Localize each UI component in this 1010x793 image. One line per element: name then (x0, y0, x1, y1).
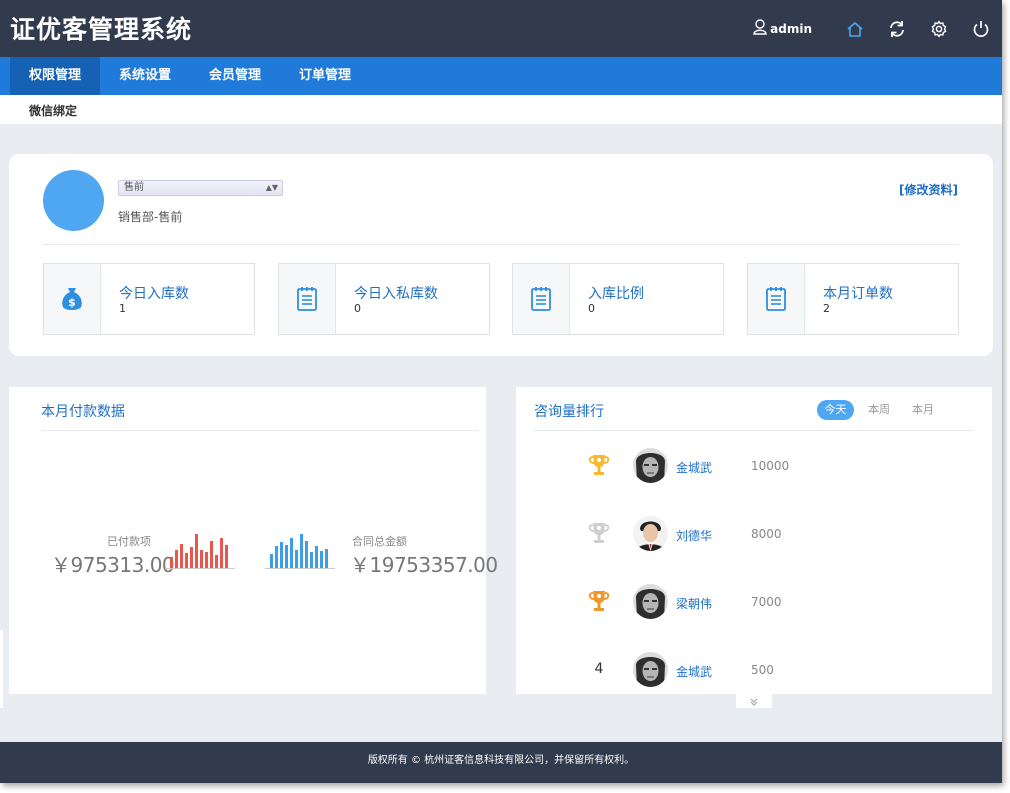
period-week[interactable]: 本周 (863, 400, 895, 420)
avatar (633, 448, 668, 483)
divider (43, 244, 959, 245)
bronze-trophy-icon (586, 589, 612, 615)
app-title: 证优客管理系统 (10, 15, 193, 44)
stat-title: 今日入库数 (119, 286, 189, 302)
silver-trophy-icon (586, 521, 612, 547)
stat-today-inbound: $ 今日入库数 1 (43, 263, 255, 335)
tab-system-settings[interactable]: 系统设置 (100, 57, 190, 95)
edit-profile-link[interactable]: [修改资料] (899, 181, 958, 198)
avatar (633, 584, 668, 619)
tab-members[interactable]: 会员管理 (190, 57, 280, 95)
select-arrows-icon: ▲▼ (265, 183, 278, 192)
tab-orders[interactable]: 订单管理 (280, 57, 370, 95)
avatar (633, 652, 668, 687)
gold-trophy-icon (586, 453, 612, 479)
home-icon[interactable] (834, 0, 876, 57)
role-select-value: 售前 (124, 182, 144, 193)
tab-permissions[interactable]: 权限管理 (10, 57, 101, 95)
user-icon (753, 19, 770, 38)
divider (41, 430, 479, 431)
stat-title: 今日入私库数 (354, 286, 438, 302)
app-window: 证优客管理系统 admin 权限管理 系统设置 会员管理 订单管理 微信绑定 售… (0, 0, 1002, 783)
ranking-card: 咨询量排行 今天 本周 本月 金城武 10000 刘德华 8000 梁朝伟 70… (516, 387, 992, 694)
period-today[interactable]: 今天 (817, 400, 854, 420)
load-more-button[interactable] (736, 694, 772, 708)
stat-inbound-ratio: 入库比例 0 (512, 263, 724, 335)
stat-value: 1 (119, 302, 126, 315)
power-icon[interactable] (960, 0, 1002, 57)
refresh-icon[interactable] (876, 0, 918, 57)
stat-value: 2 (823, 302, 830, 315)
stat-title: 入库比例 (588, 286, 644, 302)
stat-month-orders: 本月订单数 2 (747, 263, 959, 335)
ranking-row[interactable]: 金城武 10000 (516, 445, 992, 485)
copyright-text: 版权所有 © 杭州证客信息科技有限公司，并保留所有权利。 (367, 755, 635, 766)
payments-card: 本月付款数据 已付款项 ￥975313.00 合同总金额 ￥19753357.0… (9, 387, 498, 694)
username: admin (770, 21, 812, 36)
ranking-name: 金城武 (676, 665, 713, 679)
user-menu[interactable]: admin (753, 19, 812, 38)
ranking-number: 4 (594, 661, 604, 677)
ranking-row[interactable]: 4 金城武 500 (516, 649, 992, 689)
role-select[interactable]: 售前 ▲▼ (118, 180, 283, 196)
sub-nav: 微信绑定 (0, 95, 1002, 124)
subtab-wechat-binding[interactable]: 微信绑定 (29, 102, 77, 119)
ranking-row[interactable]: 梁朝伟 7000 (516, 581, 992, 621)
ranking-name: 金城武 (676, 461, 713, 475)
ranking-count: 7000 (751, 595, 782, 609)
period-month[interactable]: 本月 (907, 400, 939, 420)
money-bag-icon: $ (44, 264, 101, 334)
notepad-icon (513, 264, 570, 334)
payments-title: 本月付款数据 (41, 404, 125, 420)
top-header: 证优客管理系统 admin (0, 0, 1002, 57)
stat-title: 本月订单数 (823, 286, 893, 302)
ranking-row[interactable]: 刘德华 8000 (516, 513, 992, 553)
header-actions: admin (753, 0, 1002, 57)
ranking-count: 8000 (751, 527, 782, 541)
ranking-count: 10000 (751, 459, 790, 473)
contract-amount: ￥19753357.00 (350, 553, 498, 577)
divider (534, 430, 974, 431)
paid-label: 已付款项 (107, 535, 151, 548)
ranking-count: 500 (751, 663, 774, 677)
contract-label: 合同总金额 (352, 535, 407, 548)
department-label: 销售部-售前 (118, 210, 183, 224)
stat-value: 0 (588, 302, 595, 315)
notepad-icon (279, 264, 336, 334)
gear-icon[interactable] (918, 0, 960, 57)
stat-value: 0 (354, 302, 361, 315)
paid-amount: ￥975313.00 (51, 553, 175, 577)
ranking-title: 咨询量排行 (534, 404, 604, 420)
avatar (633, 516, 668, 551)
avatar (43, 170, 104, 231)
paid-sparkline (165, 534, 235, 569)
footer: 版权所有 © 杭州证客信息科技有限公司，并保留所有权利。 (0, 742, 1002, 783)
stat-today-private-inbound: 今日入私库数 0 (278, 263, 490, 335)
profile-card: 售前 ▲▼ 销售部-售前 [修改资料] $ 今日入库数 1 今日入私库数 0 入… (9, 154, 993, 356)
double-chevron-down-icon (748, 692, 760, 711)
ranking-name: 刘德华 (676, 529, 713, 543)
side-handle[interactable] (0, 630, 3, 708)
svg-text:$: $ (68, 296, 76, 309)
notepad-icon (748, 264, 805, 334)
main-nav: 权限管理 系统设置 会员管理 订单管理 (0, 57, 1002, 95)
ranking-name: 梁朝伟 (676, 597, 713, 611)
contract-sparkline (265, 534, 335, 569)
